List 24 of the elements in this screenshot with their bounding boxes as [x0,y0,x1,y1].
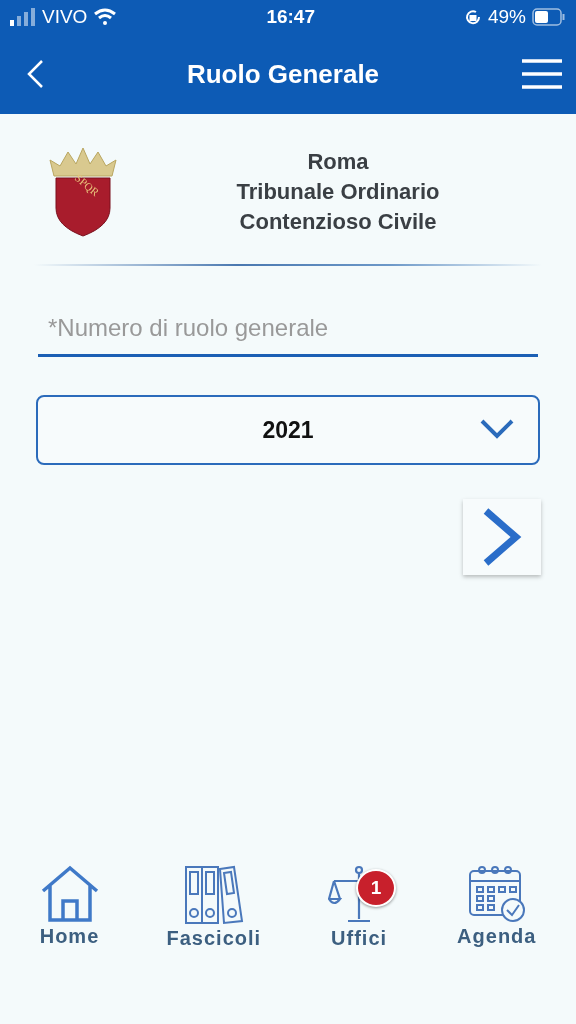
rotation-lock-icon [463,8,482,26]
next-button[interactable] [463,499,541,575]
case-number-field[interactable]: *Numero di ruolo generale [38,302,538,357]
nav-tab[interactable]: Fascicoli [166,865,262,950]
battery-icon [532,8,566,26]
battery-percent: 49% [487,6,526,28]
clock-time: 16:47 [266,6,315,28]
carrier-name: VIVO [42,6,88,28]
notification-badge: 1 [356,869,397,907]
year-dropdown[interactable]: 2021 [36,395,540,465]
back-icon[interactable] [26,59,44,89]
screen-title: Ruolo Generale [186,58,380,90]
menu-icon[interactable] [522,59,562,89]
office-line: Roma [307,149,369,175]
signal-icon [10,8,36,26]
caret-icon [480,419,514,439]
calendar-icon [467,865,526,923]
office-line: Tribunale Ordinario [236,179,440,205]
nav-tab[interactable]: Agenda [457,865,537,950]
wifi-icon [93,8,118,26]
home-icon [39,865,100,923]
binders-icon [183,865,244,925]
nav-tab[interactable]: Home [39,865,100,950]
office-line: Contenzioso Civile [239,209,437,235]
